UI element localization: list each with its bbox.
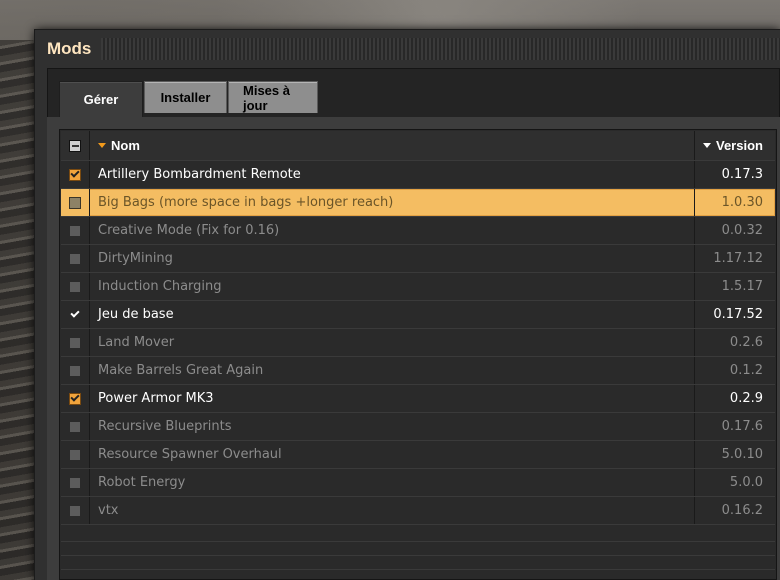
mod-enabled-checkbox[interactable] <box>69 252 81 265</box>
mod-toggle-cell[interactable] <box>61 413 90 440</box>
mod-enabled-checkbox[interactable] <box>69 448 81 461</box>
window-title: Mods <box>47 39 92 58</box>
mod-toggle-cell[interactable] <box>61 301 90 328</box>
table-row[interactable]: DirtyMining 1.17.12 <box>61 245 775 273</box>
mod-name: Land Mover <box>90 329 695 356</box>
column-version-label: Version <box>716 138 763 153</box>
sort-arrow-icon <box>703 143 711 148</box>
mod-version: 1.0.30 <box>721 195 763 210</box>
mod-enabled-checkbox[interactable] <box>69 476 81 489</box>
mod-name: Robot Energy <box>90 469 695 496</box>
table-row[interactable]: Big Bags (more space in bags +longer rea… <box>61 189 775 217</box>
mod-version: 1.17.12 <box>713 251 763 266</box>
background-machinery <box>0 40 34 580</box>
mod-toggle-cell[interactable] <box>61 357 90 384</box>
mod-toggle-cell[interactable] <box>61 497 90 524</box>
mod-name: vtx <box>90 497 695 524</box>
mod-version: 0.2.6 <box>729 335 763 350</box>
tab-gerer[interactable]: Gérer <box>59 81 143 117</box>
mod-toggle-cell[interactable] <box>61 245 90 272</box>
select-all-checkbox[interactable] <box>69 139 81 152</box>
mods-table: Nom Version Artillery Bombardment Remote… <box>59 129 777 580</box>
table-row[interactable]: Land Mover 0.2.6 <box>61 329 775 357</box>
mod-toggle-cell[interactable] <box>61 217 90 244</box>
mod-version: 1.5.17 <box>721 279 763 294</box>
mod-enabled-checkbox[interactable] <box>69 280 81 293</box>
mod-toggle-cell[interactable] <box>61 161 90 188</box>
mod-name: Recursive Blueprints <box>90 413 695 440</box>
mod-version: 0.1.2 <box>729 363 763 378</box>
table-row[interactable]: vtx 0.16.2 <box>61 497 775 525</box>
mod-toggle-cell[interactable] <box>61 329 90 356</box>
mod-enabled-checkbox[interactable] <box>69 224 81 237</box>
mod-name: DirtyMining <box>90 245 695 272</box>
table-row[interactable]: Creative Mode (Fix for 0.16) 0.0.32 <box>61 217 775 245</box>
empty-row-separator <box>61 569 775 570</box>
window-content: Gérer Installer Mises à jour Nom Version <box>47 68 780 580</box>
mod-name: Resource Spawner Overhaul <box>90 441 695 468</box>
mod-version: 0.17.52 <box>713 307 763 322</box>
column-name-label: Nom <box>111 138 140 153</box>
mod-name: Big Bags (more space in bags +longer rea… <box>90 189 695 216</box>
mod-enabled-checkbox[interactable] <box>69 196 81 209</box>
mod-enabled-checkbox[interactable] <box>69 392 81 405</box>
mod-name: Creative Mode (Fix for 0.16) <box>90 217 695 244</box>
empty-row-separator <box>61 541 775 542</box>
mod-name: Induction Charging <box>90 273 695 300</box>
sort-arrow-icon <box>98 143 106 148</box>
tab-bar: Gérer Installer Mises à jour <box>59 81 318 117</box>
table-row[interactable]: Power Armor MK3 0.2.9 <box>61 385 775 413</box>
select-all-cell[interactable] <box>61 131 90 160</box>
empty-row-separator <box>61 555 775 556</box>
mod-name: Jeu de base <box>90 301 695 328</box>
mod-version: 5.0.0 <box>729 475 763 490</box>
mod-toggle-cell[interactable] <box>61 385 90 412</box>
table-row[interactable]: Artillery Bombardment Remote 0.17.3 <box>61 161 775 189</box>
table-row[interactable]: Jeu de base 0.17.52 <box>61 301 775 329</box>
mod-enabled-checkbox[interactable] <box>69 168 81 181</box>
mod-version: 0.16.2 <box>721 503 763 518</box>
tab-mises-a-jour[interactable]: Mises à jour <box>228 81 318 113</box>
table-row[interactable]: Recursive Blueprints 0.17.6 <box>61 413 775 441</box>
mod-enabled-checkbox[interactable] <box>69 336 81 349</box>
table-row[interactable]: Robot Energy 5.0.0 <box>61 469 775 497</box>
mod-enabled-checkbox[interactable] <box>69 504 81 517</box>
mod-version: 0.2.9 <box>729 391 763 406</box>
mod-toggle-cell[interactable] <box>61 189 90 216</box>
mod-version: 0.17.6 <box>721 419 763 434</box>
mod-name: Power Armor MK3 <box>90 385 695 412</box>
table-row[interactable]: Induction Charging 1.5.17 <box>61 273 775 301</box>
column-header-version[interactable]: Version <box>695 131 775 160</box>
window-titlebar[interactable]: Mods <box>35 30 780 68</box>
mod-enabled-checkbox[interactable] <box>69 420 81 433</box>
column-header-name[interactable]: Nom <box>90 131 695 160</box>
tab-panel: Nom Version Artillery Bombardment Remote… <box>47 117 780 580</box>
mod-toggle-cell[interactable] <box>61 469 90 496</box>
mod-name: Make Barrels Great Again <box>90 357 695 384</box>
table-row[interactable]: Make Barrels Great Again 0.1.2 <box>61 357 775 385</box>
mods-window: Mods Gérer Installer Mises à jour Nom Ve… <box>35 30 780 580</box>
mod-version: 0.0.32 <box>721 223 763 238</box>
mod-toggle-cell[interactable] <box>61 273 90 300</box>
mod-version: 5.0.10 <box>721 447 763 462</box>
table-row[interactable]: Resource Spawner Overhaul 5.0.10 <box>61 441 775 469</box>
mod-enabled-checkbox[interactable] <box>69 364 81 377</box>
drag-handle[interactable] <box>101 38 780 60</box>
mod-toggle-cell[interactable] <box>61 441 90 468</box>
tab-installer[interactable]: Installer <box>144 81 227 113</box>
mod-enabled-checkbox[interactable] <box>69 309 81 321</box>
mod-version: 0.17.3 <box>721 167 763 182</box>
mod-name: Artillery Bombardment Remote <box>90 161 695 188</box>
table-header: Nom Version <box>61 131 775 161</box>
